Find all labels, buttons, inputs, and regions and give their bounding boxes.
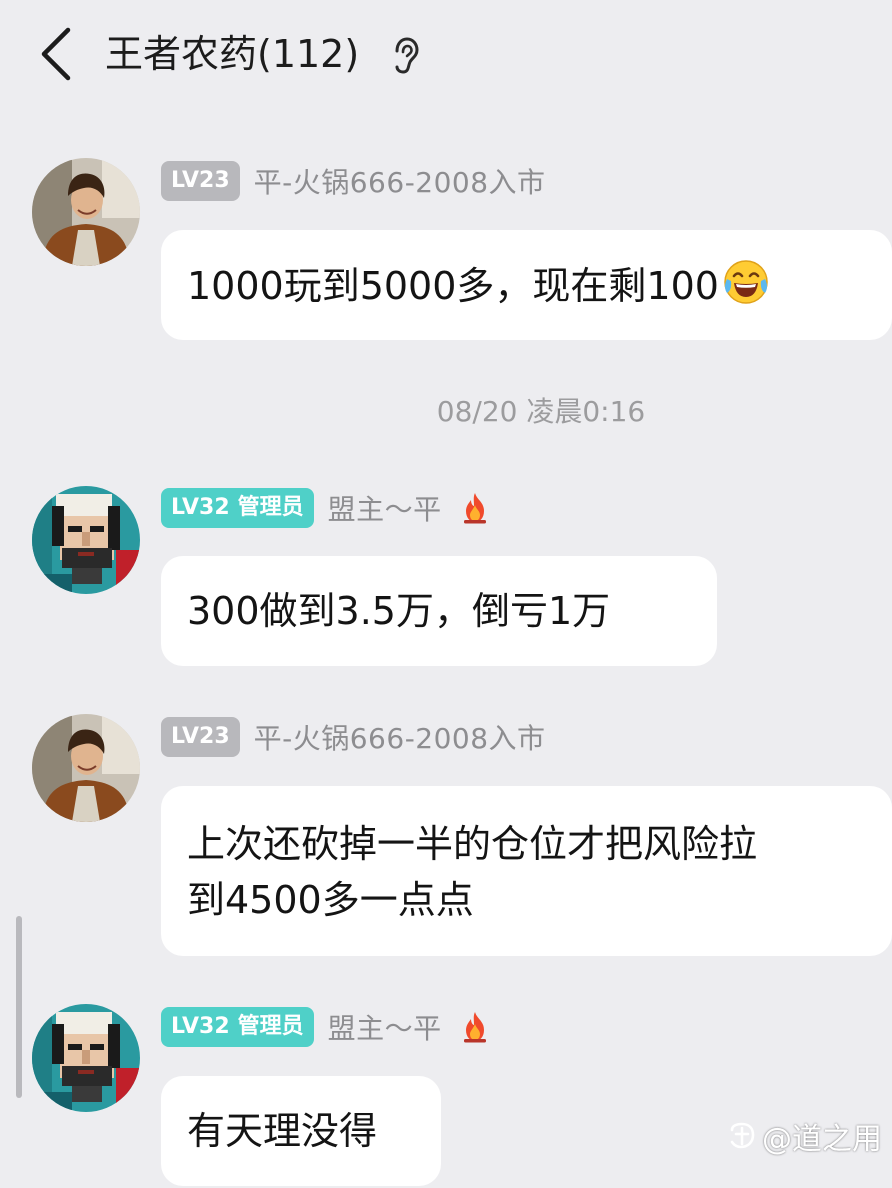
avatar[interactable] (32, 158, 140, 266)
level-text: LV32 (171, 495, 230, 520)
chevron-left-icon (41, 27, 71, 81)
avatar[interactable] (32, 486, 140, 594)
sender-info: LV32 管理员 盟主～平 (161, 1007, 490, 1047)
message-bubble[interactable]: 有天理没得 (161, 1076, 441, 1186)
level-badge: LV23 (161, 161, 240, 201)
sender-info: LV23 平-火锅666-2008入市 (161, 717, 546, 757)
message-text: 1000玩到5000多，现在剩100 (187, 264, 719, 308)
group-title: 王者农药(112) (105, 32, 360, 76)
ear-icon (395, 37, 419, 74)
watermark-text: @道之用 (762, 1122, 882, 1157)
chat-header: 王者农药(112) (0, 0, 892, 110)
message-timestamp: 08/20 凌晨0:16 (436, 395, 646, 428)
watermark: @道之用 (726, 1114, 882, 1158)
role-text: 管理员 (237, 1014, 304, 1039)
level-text: LV32 (171, 1014, 230, 1039)
back-button[interactable] (34, 26, 82, 82)
message-text-line: 上次还砍掉一半的仓位才把风险拉 (187, 822, 758, 866)
sender-nickname[interactable]: 盟主～平 (328, 488, 442, 528)
message-bubble[interactable]: 300做到3.5万，倒亏1万 (161, 556, 717, 666)
message-bubble[interactable]: 上次还砍掉一半的仓位才把风险拉 到4500多一点点 (161, 786, 892, 956)
level-badge: LV23 (161, 717, 240, 757)
message-text-line: 到4500多一点点 (187, 878, 474, 922)
sender-nickname[interactable]: 平-火锅666-2008入市 (254, 161, 546, 201)
laughing-tears-emoji (724, 260, 768, 304)
role-text: 管理员 (237, 495, 304, 520)
avatar[interactable] (32, 714, 140, 822)
avatar[interactable] (32, 1004, 140, 1112)
sender-info: LV23 平-火锅666-2008入市 (161, 161, 546, 201)
message-text: 有天理没得 (187, 1109, 378, 1153)
sender-nickname[interactable]: 平-火锅666-2008入市 (254, 717, 546, 757)
sender-nickname[interactable]: 盟主～平 (328, 1007, 442, 1047)
fire-icon (463, 1012, 486, 1043)
scrollbar[interactable] (16, 916, 22, 1098)
sender-info: LV32 管理员 盟主～平 (161, 488, 490, 528)
level-text: LV23 (171, 724, 230, 749)
message-text: 300做到3.5万，倒亏1万 (187, 589, 611, 633)
level-badge: LV32 管理员 (161, 1007, 314, 1047)
fire-icon (463, 493, 486, 524)
zhihu-logo-icon (730, 1122, 755, 1149)
message-bubble[interactable]: 1000玩到5000多，现在剩100 (161, 230, 892, 340)
level-text: LV23 (171, 168, 230, 193)
level-badge: LV32 管理员 (161, 488, 314, 528)
